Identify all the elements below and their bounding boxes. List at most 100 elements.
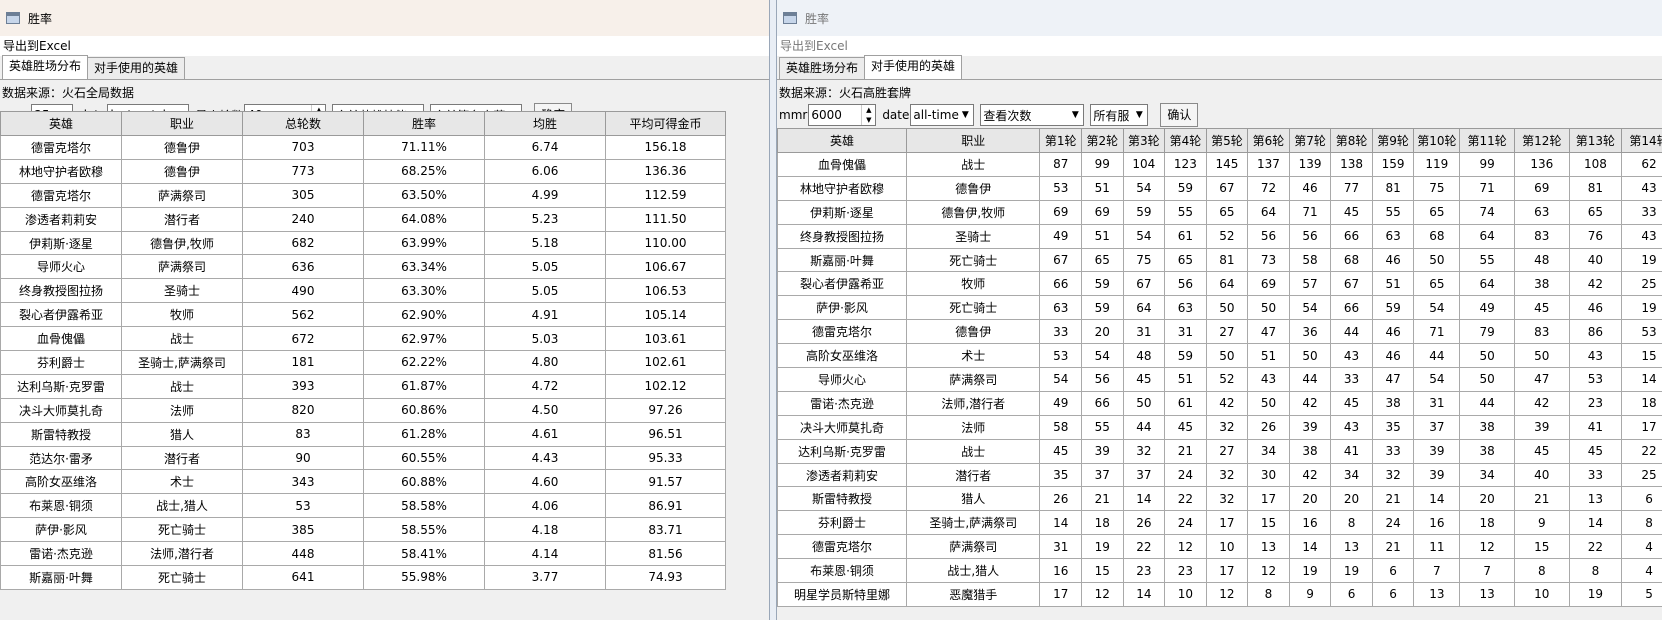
- table-cell[interactable]: 伊莉斯·逐星: [777, 199, 908, 225]
- table-cell[interactable]: 67: [1205, 175, 1249, 201]
- table-cell[interactable]: 83.71: [605, 517, 726, 543]
- table-cell[interactable]: 71.11%: [363, 135, 485, 160]
- table-cell[interactable]: 63: [1371, 223, 1415, 249]
- table-cell[interactable]: 77: [1330, 175, 1373, 201]
- table-cell[interactable]: 24: [1164, 510, 1207, 536]
- table-row[interactable]: 达利乌斯·克罗雷 战士 45 39 32 21 27 34 38 41 33 39 38 45 45 22: [777, 438, 1662, 464]
- table-cell[interactable]: 58.55%: [363, 517, 485, 543]
- table-cell[interactable]: 42: [1205, 390, 1249, 416]
- table-cell[interactable]: 71: [1459, 175, 1515, 201]
- table-cell[interactable]: 83: [1513, 319, 1570, 345]
- table-cell[interactable]: 22: [1621, 438, 1662, 464]
- table-cell[interactable]: 83: [242, 421, 364, 447]
- table-cell[interactable]: 68: [1330, 247, 1373, 273]
- table-cell[interactable]: 104: [1122, 152, 1166, 177]
- table-cell[interactable]: 62.97%: [363, 326, 485, 352]
- table-cell[interactable]: 69: [1247, 271, 1290, 297]
- table-cell[interactable]: 66: [1039, 271, 1083, 297]
- table-cell[interactable]: 49: [1039, 390, 1083, 416]
- table-cell[interactable]: 51: [1371, 271, 1415, 297]
- table-cell[interactable]: 106.67: [605, 254, 726, 280]
- table-cell[interactable]: 15: [1513, 534, 1570, 560]
- table-cell[interactable]: 4.99: [484, 182, 606, 208]
- table-cell[interactable]: 87: [1039, 152, 1083, 177]
- column-header[interactable]: 第12轮: [1513, 128, 1570, 153]
- table-cell[interactable]: 24: [1371, 510, 1415, 536]
- table-cell[interactable]: 21: [1164, 438, 1207, 464]
- table-cell[interactable]: 萨伊·影风: [0, 517, 122, 543]
- table-cell[interactable]: 法师: [121, 397, 243, 423]
- table-cell[interactable]: 110.00: [605, 230, 726, 256]
- table-cell[interactable]: 斯雷特教授: [777, 486, 908, 512]
- table-cell[interactable]: 156.18: [605, 135, 726, 160]
- table-cell[interactable]: 牧师: [121, 302, 243, 328]
- table-cell[interactable]: 圣骑士: [121, 278, 243, 304]
- table-cell[interactable]: 137: [1247, 152, 1290, 177]
- table-cell[interactable]: 50: [1247, 295, 1290, 321]
- table-cell[interactable]: 雷诺·杰克逊: [777, 390, 908, 416]
- table-cell[interactable]: 圣骑士,萨满祭司: [121, 350, 243, 375]
- table-cell[interactable]: 139: [1288, 152, 1332, 177]
- table-cell[interactable]: 斯嘉丽·叶舞: [0, 565, 122, 590]
- table-cell[interactable]: 12: [1459, 534, 1515, 560]
- table-cell[interactable]: 41: [1330, 438, 1373, 464]
- table-cell[interactable]: 5.05: [484, 254, 606, 280]
- table-cell[interactable]: 44: [1459, 390, 1515, 416]
- table-cell[interactable]: 37: [1413, 414, 1461, 440]
- table-cell[interactable]: 德鲁伊: [906, 319, 1041, 345]
- table-cell[interactable]: 22: [1568, 534, 1623, 560]
- table-cell[interactable]: 81: [1371, 175, 1415, 201]
- table-cell[interactable]: 60.86%: [363, 397, 485, 423]
- table-cell[interactable]: 渗透者莉莉安: [0, 206, 122, 232]
- table-cell[interactable]: 75: [1413, 175, 1461, 201]
- table-cell[interactable]: 46: [1288, 175, 1332, 201]
- table-cell[interactable]: 11: [1413, 534, 1461, 560]
- table-cell[interactable]: 37: [1122, 462, 1166, 488]
- table-cell[interactable]: 13: [1330, 534, 1373, 560]
- table-cell[interactable]: 19: [1288, 558, 1332, 584]
- table-cell[interactable]: 51: [1081, 223, 1124, 249]
- table-cell[interactable]: 8: [1247, 582, 1290, 607]
- table-cell[interactable]: 74: [1459, 199, 1515, 225]
- table-cell[interactable]: 50: [1247, 390, 1290, 416]
- table-cell[interactable]: 95.33: [605, 445, 726, 471]
- table-cell[interactable]: 47: [1371, 367, 1415, 392]
- table-cell[interactable]: 31: [1122, 319, 1166, 345]
- table-cell[interactable]: 4.06: [484, 493, 606, 519]
- table-cell[interactable]: 31: [1164, 319, 1207, 345]
- table-cell[interactable]: 6: [1371, 582, 1415, 607]
- table-cell[interactable]: 4.14: [484, 541, 606, 567]
- table-cell[interactable]: 46: [1371, 319, 1415, 345]
- table-cell[interactable]: 32: [1205, 462, 1249, 488]
- table-row[interactable]: 芬利爵士 圣骑士,萨满祭司 14 18 26 24 17 15 16 8 24 16 18 9 14 8: [777, 510, 1662, 536]
- table-cell[interactable]: 德雷克塔尔: [777, 534, 908, 560]
- table-cell[interactable]: 伊莉斯·逐星: [0, 230, 122, 256]
- column-header[interactable]: 英雄: [777, 128, 908, 153]
- table-cell[interactable]: 德雷克塔尔: [0, 135, 122, 160]
- table-cell[interactable]: 66: [1330, 223, 1373, 249]
- table-cell[interactable]: 119: [1413, 152, 1461, 177]
- table-cell[interactable]: 45: [1513, 438, 1570, 464]
- table-cell[interactable]: 4.50: [484, 397, 606, 423]
- table-cell[interactable]: 27: [1205, 319, 1249, 345]
- table-cell[interactable]: 20: [1288, 486, 1332, 512]
- table-cell[interactable]: 44: [1288, 367, 1332, 392]
- table-cell[interactable]: 97.26: [605, 397, 726, 423]
- table-cell[interactable]: 19: [1621, 295, 1662, 321]
- table-cell[interactable]: 14: [1568, 510, 1623, 536]
- table-cell[interactable]: 13: [1568, 486, 1623, 512]
- table-cell[interactable]: 65: [1081, 247, 1124, 273]
- table-cell[interactable]: 德鲁伊,牧师: [906, 199, 1041, 225]
- table-cell[interactable]: 39: [1288, 414, 1332, 440]
- table-cell[interactable]: 41: [1568, 414, 1623, 440]
- table-row[interactable]: 林地守护者欧穆 德鲁伊 773 68.25% 6.06 136.36: [0, 158, 726, 184]
- column-header[interactable]: 第3轮: [1122, 128, 1166, 153]
- table-cell[interactable]: 高阶女巫维洛: [777, 343, 908, 369]
- table-row[interactable]: 斯雷特教授 猎人 83 61.28% 4.61 96.51: [0, 421, 726, 447]
- table-cell[interactable]: 47: [1513, 367, 1570, 392]
- table-cell[interactable]: 37: [1081, 462, 1124, 488]
- table-cell[interactable]: 69: [1513, 175, 1570, 201]
- table-cell[interactable]: 8: [1513, 558, 1570, 584]
- table-cell[interactable]: 64: [1459, 271, 1515, 297]
- column-header[interactable]: 第8轮: [1330, 128, 1373, 153]
